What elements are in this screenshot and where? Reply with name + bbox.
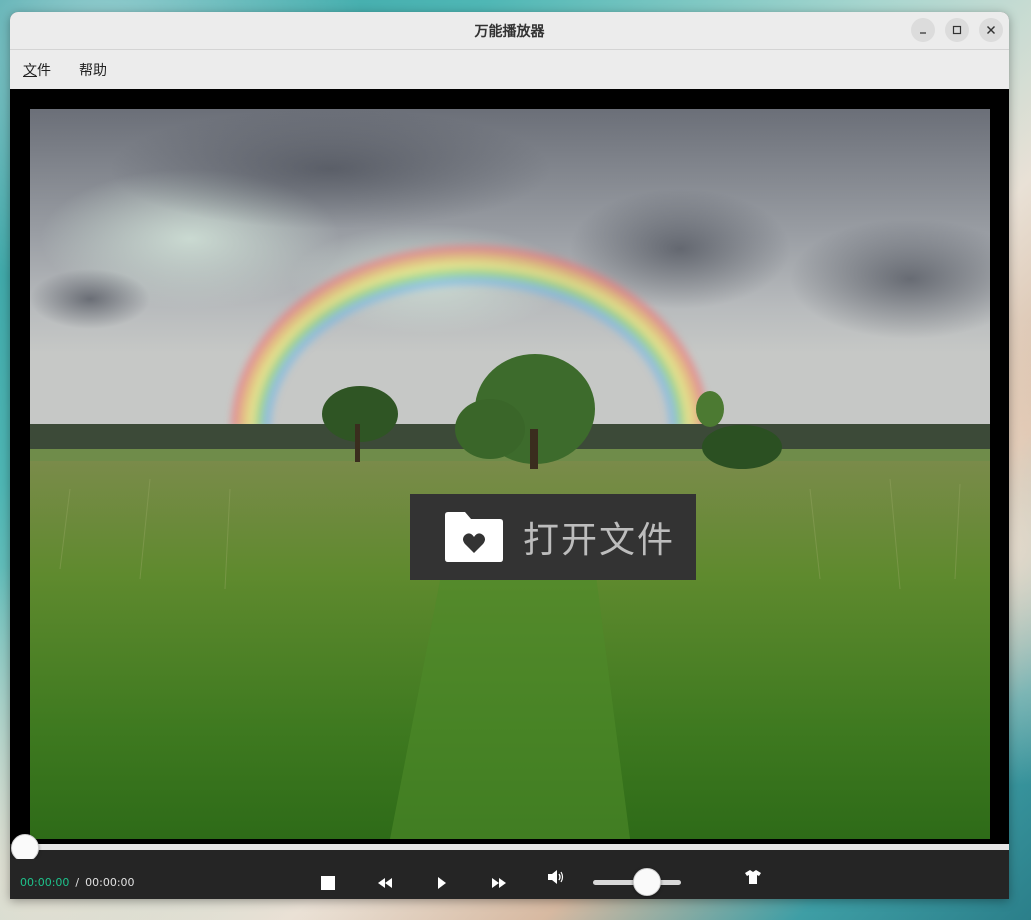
progress-bar[interactable] — [10, 834, 1009, 862]
titlebar: 万能播放器 — [10, 12, 1009, 50]
minimize-button[interactable] — [911, 18, 935, 42]
control-bar: 00:00:00 / 00:00:00 — [10, 859, 1009, 899]
time-display: 00:00:00 / 00:00:00 — [20, 876, 135, 889]
video-frame: 打开文件 — [30, 109, 990, 839]
maximize-button[interactable] — [945, 18, 969, 42]
play-icon — [438, 877, 446, 889]
stop-button[interactable] — [316, 871, 340, 895]
time-separator: / — [75, 876, 80, 889]
rewind-icon — [378, 878, 392, 888]
maximize-icon — [952, 25, 962, 35]
total-time: 00:00:00 — [85, 876, 135, 889]
menubar: 文件 帮助 — [10, 50, 1009, 89]
window-title: 万能播放器 — [474, 23, 545, 40]
progress-handle[interactable] — [11, 834, 39, 862]
player-window: 万能播放器 文件 帮助 打开文件 00:00:00 / 00:00:00 — [10, 12, 1009, 899]
video-area[interactable]: 打开文件 — [10, 89, 1009, 844]
volume-button[interactable] — [544, 865, 568, 889]
window-controls — [911, 18, 1003, 42]
stop-icon — [321, 876, 335, 890]
current-time: 00:00:00 — [20, 876, 70, 889]
open-file-button[interactable]: 打开文件 — [410, 494, 696, 580]
volume-icon — [548, 870, 564, 884]
volume-slider-handle[interactable] — [632, 868, 661, 896]
close-icon — [987, 26, 995, 34]
fast-forward-icon — [492, 878, 506, 888]
skin-icon — [745, 870, 761, 884]
menu-help[interactable]: 帮助 — [79, 60, 107, 80]
rewind-button[interactable] — [373, 871, 397, 895]
minimize-icon — [920, 32, 926, 34]
background-landscape-image — [30, 109, 990, 839]
menu-file-mnemonic: 文 — [23, 62, 37, 79]
fast-forward-button[interactable] — [487, 871, 511, 895]
progress-track[interactable] — [24, 844, 1009, 850]
menu-file[interactable]: 文件 — [23, 60, 51, 80]
open-file-label: 打开文件 — [523, 520, 676, 561]
folder-heart-icon — [445, 512, 503, 562]
menu-file-rest: 件 — [37, 62, 51, 79]
close-button[interactable] — [979, 18, 1003, 42]
skin-button[interactable] — [741, 865, 765, 889]
play-button[interactable] — [430, 871, 454, 895]
